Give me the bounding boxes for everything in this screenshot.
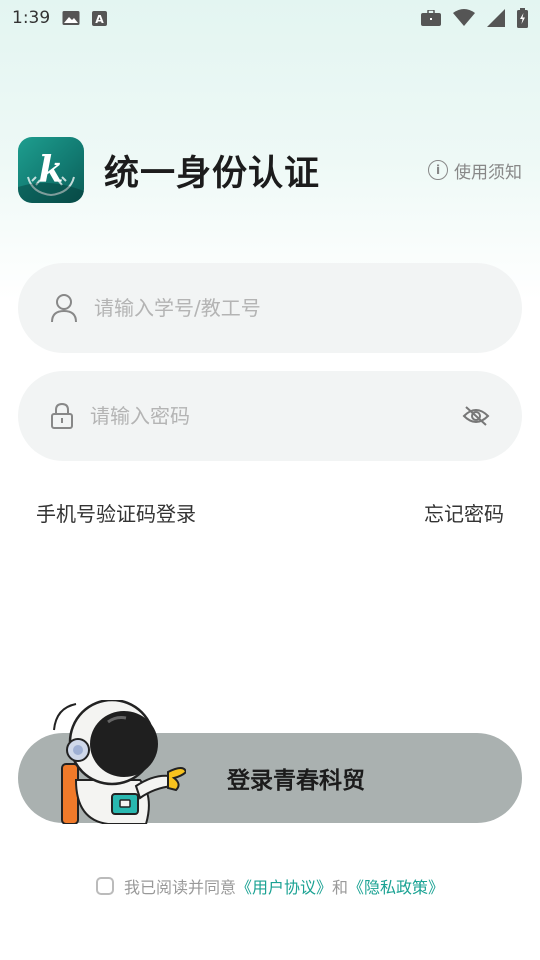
privacy-policy-link[interactable]: 《隐私政策》 [348, 874, 444, 898]
username-field[interactable] [18, 263, 522, 353]
status-left: 1:39 A [12, 8, 108, 28]
sms-login-link[interactable]: 手机号验证码登录 [36, 498, 196, 527]
logo-letter: k [38, 149, 64, 191]
image-icon [62, 10, 80, 26]
status-right [421, 8, 528, 28]
user-agreement-link[interactable]: 《用户协议》 [236, 874, 332, 898]
eye-off-icon[interactable] [462, 404, 490, 428]
agreement-checkbox[interactable] [95, 877, 114, 895]
agreement-row: 我已阅读并同意 《用户协议》 和 《隐私政策》 [0, 874, 540, 898]
password-input[interactable] [88, 403, 462, 429]
status-time: 1:39 [12, 8, 51, 28]
password-field[interactable] [18, 371, 522, 461]
forgot-password-link[interactable]: 忘记密码 [424, 498, 504, 527]
lock-icon [50, 402, 74, 430]
usage-notice-link[interactable]: i 使用须知 [428, 158, 522, 183]
agreement-prefix: 我已阅读并同意 [123, 878, 236, 897]
briefcase-icon [421, 10, 441, 26]
app-logo: k [18, 137, 84, 203]
status-bar: 1:39 A [0, 0, 540, 36]
agreement-and: 和 [332, 878, 349, 897]
signal-icon [487, 9, 505, 27]
page-title: 统一身份认证 [104, 153, 321, 194]
login-button-label: 登录青春科贸 [227, 768, 365, 794]
login-links: 手机号验证码登录 忘记密码 [36, 498, 504, 527]
astronaut-mascot [53, 700, 186, 824]
user-icon [50, 293, 78, 323]
info-icon: i [428, 160, 448, 180]
svg-text:A: A [95, 13, 104, 26]
usage-notice-label: 使用须知 [454, 162, 522, 183]
header: k 统一身份认证 i 使用须知 [18, 136, 522, 204]
text-a-icon: A [92, 10, 108, 26]
username-input[interactable] [92, 295, 490, 321]
wifi-icon [453, 9, 475, 27]
battery-icon [517, 8, 528, 28]
